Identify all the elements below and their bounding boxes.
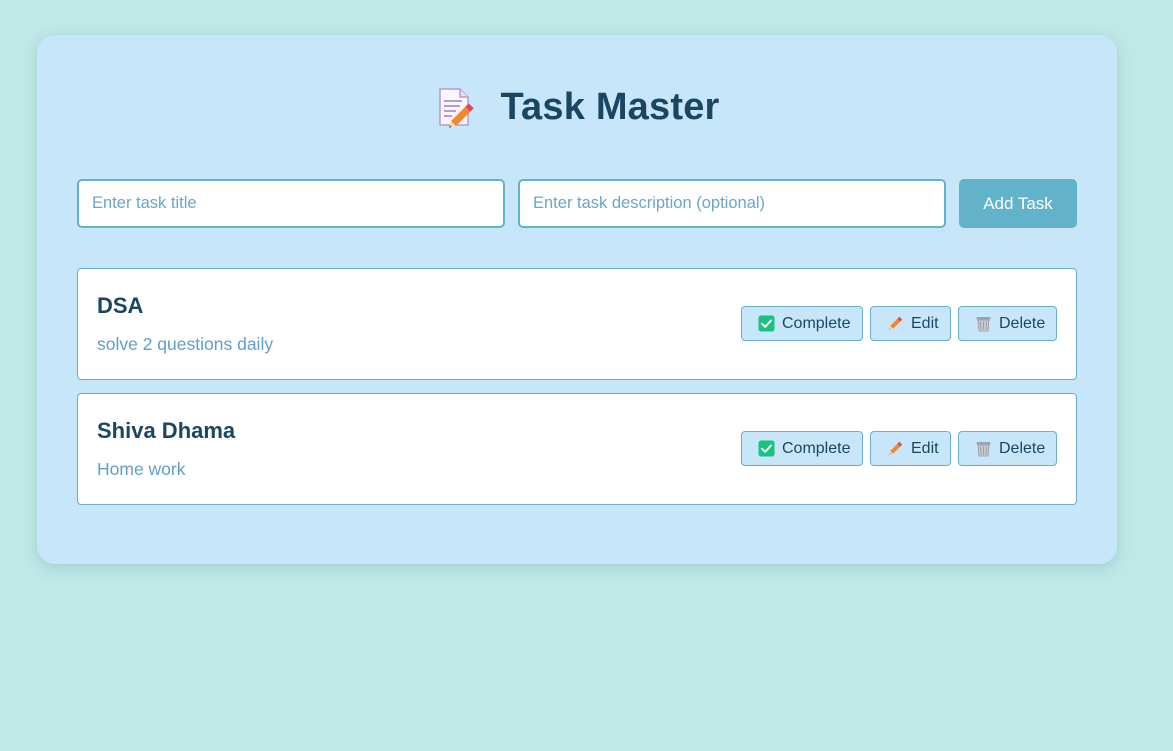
delete-button[interactable]: Delete xyxy=(958,431,1057,466)
task-title: DSA xyxy=(97,293,144,318)
task-title-input[interactable] xyxy=(77,179,505,228)
task-list: DSA solve 2 questions daily Complete Edi… xyxy=(77,268,1077,518)
complete-label: Complete xyxy=(782,314,851,332)
check-mark-icon xyxy=(758,315,775,332)
task-actions: Complete Edit Delete xyxy=(741,306,1057,341)
add-task-form: Add Task xyxy=(77,179,1077,228)
check-mark-icon xyxy=(758,440,775,457)
task-actions: Complete Edit Delete xyxy=(741,431,1057,466)
add-task-button[interactable]: Add Task xyxy=(959,179,1077,228)
edit-label: Edit xyxy=(911,439,939,457)
complete-label: Complete xyxy=(782,439,851,457)
wastebasket-icon xyxy=(975,315,992,332)
delete-label: Delete xyxy=(999,439,1046,457)
task-item: DSA solve 2 questions daily Complete Edi… xyxy=(77,268,1077,380)
pencil-icon xyxy=(887,440,904,457)
wastebasket-icon xyxy=(975,440,992,457)
delete-label: Delete xyxy=(999,314,1046,332)
task-description-input[interactable] xyxy=(518,179,946,228)
task-description: Home work xyxy=(97,459,186,479)
delete-button[interactable]: Delete xyxy=(958,306,1057,341)
complete-button[interactable]: Complete xyxy=(741,431,863,466)
edit-label: Edit xyxy=(911,314,939,332)
memo-pencil-icon xyxy=(434,85,478,129)
task-description: solve 2 questions daily xyxy=(97,334,274,354)
app-header: Task Master xyxy=(37,83,1117,131)
task-master-card: Task Master Add Task DSA solve 2 questio… xyxy=(37,35,1117,564)
page-title: Task Master xyxy=(500,85,720,128)
edit-button[interactable]: Edit xyxy=(870,431,951,466)
task-title: Shiva Dhama xyxy=(97,418,236,443)
edit-button[interactable]: Edit xyxy=(870,306,951,341)
task-item: Shiva Dhama Home work Complete Edit Dele… xyxy=(77,393,1077,505)
pencil-icon xyxy=(887,315,904,332)
complete-button[interactable]: Complete xyxy=(741,306,863,341)
